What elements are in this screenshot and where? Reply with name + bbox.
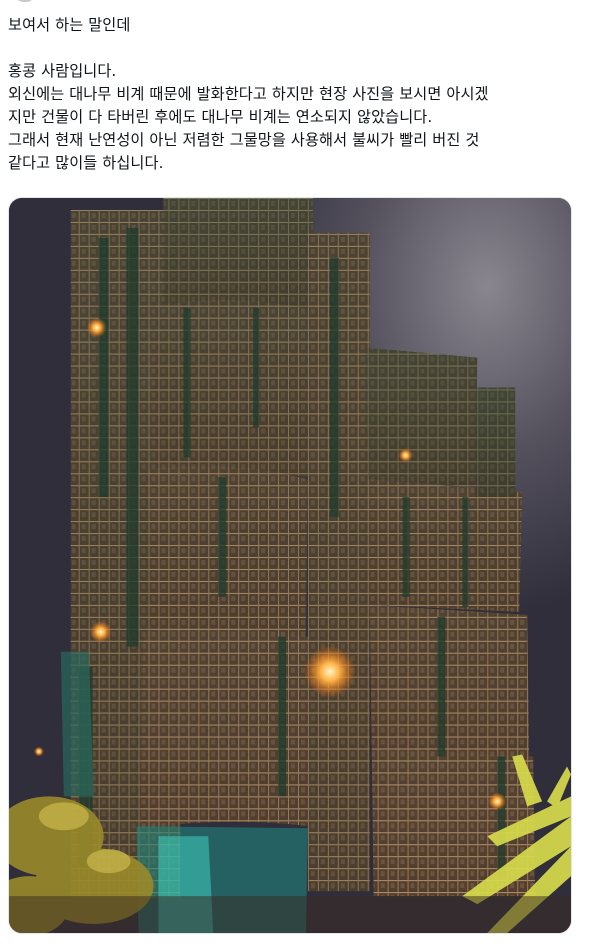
post-image[interactable] (8, 197, 572, 934)
post-line-4: 지만 건물이 다 타버린 후에도 대나무 비계는 연소되지 않았습니다. (8, 108, 433, 126)
post-text: 보여서 하는 말인데 홍콩 사람입니다. 외신에는 대나무 비계 때문에 발화한… (8, 14, 583, 175)
post-line-1: 보여서 하는 말인데 (8, 16, 131, 34)
post-line-6: 같다고 많이들 하십니다. (8, 154, 164, 172)
photo-burned-building-bamboo-scaffolding-icon (9, 198, 571, 933)
post-line-2: 홍콩 사람입니다. (8, 62, 117, 80)
post-line-5: 그래서 현재 난연성이 아닌 저렴한 그물망을 사용해서 불씨가 빨리 버진 것 (8, 131, 480, 149)
post-line-3: 외신에는 대나무 비계 때문에 발화한다고 하지만 현장 사진을 보시면 아시겠 (8, 85, 489, 103)
avatar[interactable] (14, 0, 36, 2)
